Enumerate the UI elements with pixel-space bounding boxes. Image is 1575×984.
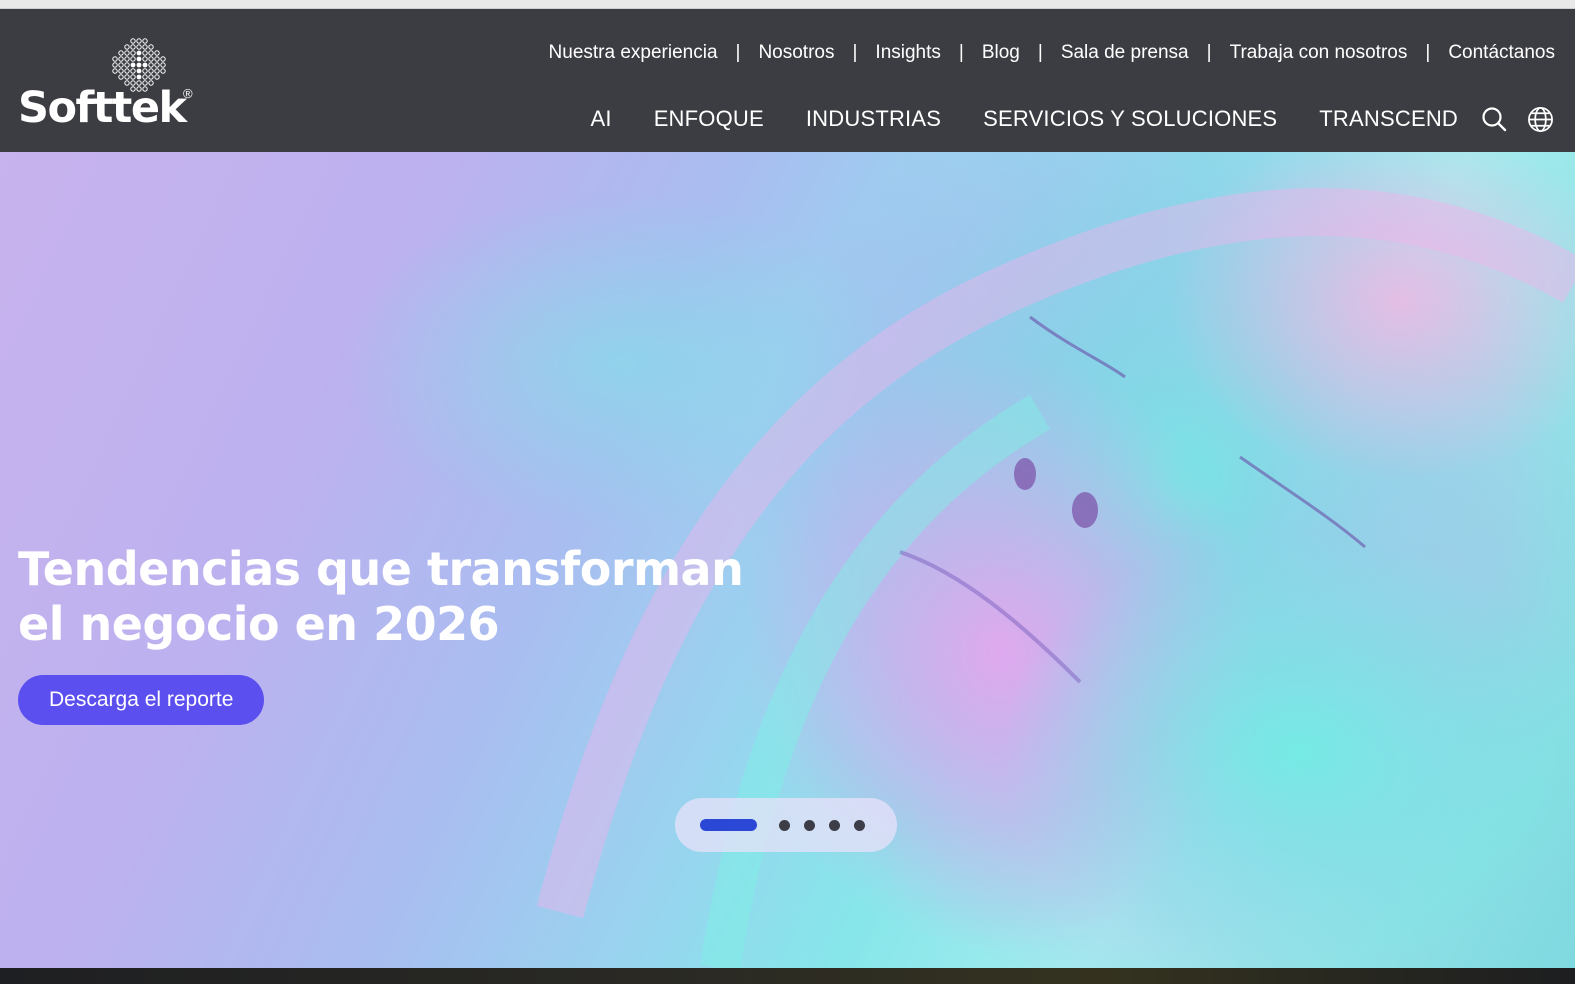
nav-separator: | [735, 42, 741, 63]
main-nav: AI ENFOQUE INDUSTRIAS SERVICIOS Y SOLUCI… [591, 100, 1555, 138]
next-section-edge [0, 968, 1575, 984]
nav-separator: | [958, 42, 964, 63]
search-icon[interactable] [1480, 105, 1508, 133]
utility-nav: Nuestra experiencia | Nosotros | Insight… [549, 39, 1555, 67]
carousel-dot-2[interactable] [779, 819, 790, 831]
main-nav-industrias[interactable]: INDUSTRIAS [806, 106, 941, 132]
nav-separator: | [1425, 42, 1431, 63]
main-nav-ai[interactable]: AI [591, 106, 612, 132]
site-header: Softtek ® Nuestra experiencia | Nosotros… [0, 9, 1575, 152]
carousel-dot-3[interactable] [804, 819, 815, 831]
logo-wordmark: Softtek [18, 83, 187, 133]
carousel-dot-active[interactable] [700, 819, 757, 831]
hero-title: Tendencias que transforman el negocio en… [18, 542, 778, 652]
utility-link-nosotros[interactable]: Nosotros [758, 42, 834, 64]
hero-banner: Tendencias que transforman el negocio en… [0, 152, 1575, 968]
main-nav-transcend[interactable]: TRANSCEND [1319, 106, 1458, 132]
hero-title-line-2: el negocio en 2026 [18, 597, 500, 651]
main-nav-servicios-y-soluciones[interactable]: SERVICIOS Y SOLUCIONES [983, 106, 1277, 132]
utility-link-nuestra-experiencia[interactable]: Nuestra experiencia [549, 42, 718, 64]
carousel-dot-5[interactable] [854, 819, 865, 831]
download-report-button[interactable]: Descarga el reporte [18, 675, 265, 725]
carousel-pagination [675, 798, 897, 852]
utility-link-blog[interactable]: Blog [982, 42, 1020, 64]
nav-separator: | [852, 42, 858, 63]
utility-link-sala-de-prensa[interactable]: Sala de prensa [1061, 42, 1189, 64]
nav-separator: | [1206, 42, 1212, 63]
globe-icon[interactable] [1526, 105, 1554, 133]
nav-separator: | [1037, 42, 1043, 63]
utility-link-contactanos[interactable]: Contáctanos [1448, 42, 1555, 64]
utility-link-trabaja-con-nosotros[interactable]: Trabaja con nosotros [1230, 42, 1408, 64]
registered-mark: ® [183, 86, 193, 101]
main-nav-enfoque[interactable]: ENFOQUE [654, 106, 764, 132]
softtek-logo[interactable]: Softtek ® [18, 37, 218, 137]
browser-top-edge [0, 0, 1575, 9]
carousel-dot-4[interactable] [829, 819, 840, 831]
utility-link-insights[interactable]: Insights [875, 42, 940, 64]
hero-title-line-1: Tendencias que transforman [18, 542, 744, 596]
